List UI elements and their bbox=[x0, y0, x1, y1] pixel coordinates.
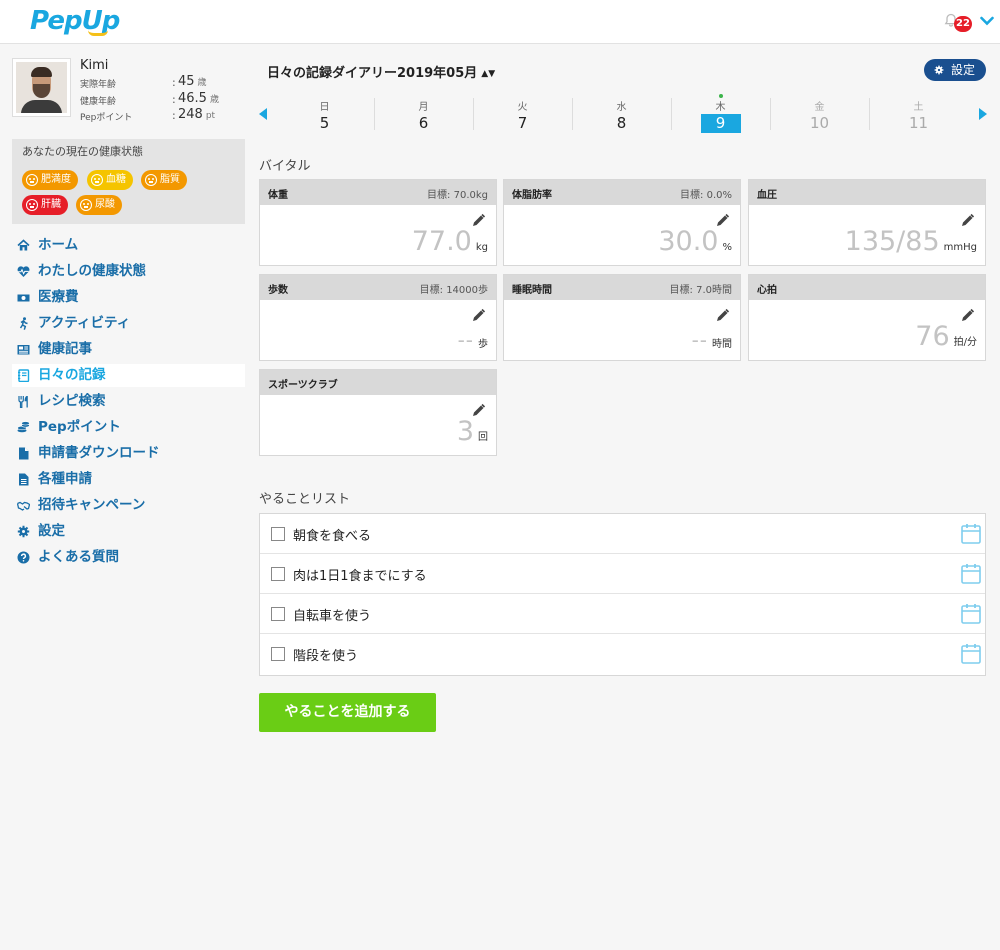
add-todo-button[interactable]: やることを追加する bbox=[259, 693, 436, 732]
running-icon bbox=[19, 317, 28, 330]
face-icon bbox=[26, 174, 38, 186]
todo-list: 朝食を食べる 肉は1日1食までにする 自転車を使う 階段を使う bbox=[259, 513, 986, 676]
health-chip-uric-acid[interactable]: 尿酸 bbox=[76, 195, 122, 215]
vital-card-steps[interactable]: 歩数 目標: 14000歩 -- 歩 bbox=[259, 274, 497, 361]
calendar-icon[interactable] bbox=[961, 643, 981, 664]
record-dot bbox=[719, 94, 723, 98]
day-tue[interactable]: 火7 bbox=[473, 95, 572, 133]
logo-smile-mark bbox=[88, 30, 108, 36]
prev-week-arrow[interactable] bbox=[259, 108, 267, 120]
profile-colon: : bbox=[172, 93, 176, 106]
gear-icon bbox=[17, 525, 30, 538]
nav-item-activity[interactable]: アクティビティ bbox=[12, 312, 245, 335]
profile-value-pep-points: 248 pt bbox=[178, 107, 216, 122]
utensils-icon bbox=[18, 396, 28, 408]
file-icon bbox=[19, 447, 29, 460]
nav-item-my-health[interactable]: わたしの健康状態 bbox=[12, 260, 245, 283]
todo-item-label: 肉は1日1食までにする bbox=[293, 569, 427, 584]
day-fri[interactable]: 金 10 bbox=[770, 95, 869, 133]
health-status-panel: あなたの現在の健康状態 肥満度 血糖 脂質 肝臓 尿酸 bbox=[12, 139, 245, 224]
nav-item-invite-campaign[interactable]: 招待キャンペーン bbox=[12, 494, 245, 517]
vital-card-heart-rate[interactable]: 心拍 76 拍/分 bbox=[748, 274, 986, 361]
profile-colon: : bbox=[172, 109, 176, 122]
face-icon bbox=[91, 174, 103, 186]
nav-item-faq[interactable]: よくある質問 bbox=[12, 546, 245, 569]
document-icon bbox=[19, 473, 29, 486]
vital-card-sports-club[interactable]: スポーツクラブ 3回 bbox=[259, 369, 497, 456]
avatar-photo bbox=[16, 62, 67, 113]
pencil-icon[interactable] bbox=[715, 308, 730, 323]
day-wed[interactable]: 水8 bbox=[572, 95, 671, 133]
nav-item-applications[interactable]: 各種申請 bbox=[12, 468, 245, 491]
face-icon bbox=[80, 199, 92, 211]
diary-month-selector[interactable]: 日々の記録ダイアリー2019年05月 ▲▼ bbox=[267, 62, 495, 81]
coins-icon bbox=[17, 421, 30, 433]
chevron-down-icon[interactable] bbox=[980, 16, 994, 26]
health-status-title: あなたの現在の健康状態 bbox=[22, 145, 143, 158]
vital-card-weight[interactable]: 体重 目標: 70.0kg 77.0 kg bbox=[259, 179, 497, 266]
face-icon bbox=[145, 174, 157, 186]
money-icon bbox=[17, 294, 30, 302]
handshake-icon bbox=[17, 501, 30, 511]
health-chip-blood-sugar[interactable]: 血糖 bbox=[87, 170, 133, 190]
todo-checkbox[interactable] bbox=[271, 647, 285, 661]
health-chip-lipid[interactable]: 脂質 bbox=[141, 170, 187, 190]
day-sun[interactable]: 日5 bbox=[275, 95, 374, 133]
nav-item-medical-costs[interactable]: 医療費 bbox=[12, 286, 245, 309]
calendar-icon[interactable] bbox=[961, 523, 981, 544]
top-bar: PepUp 22 bbox=[0, 0, 1000, 44]
heartbeat-icon bbox=[17, 266, 30, 277]
nav-item-pep-points[interactable]: Pepポイント bbox=[12, 416, 245, 439]
todo-item-label: 朝食を食べる bbox=[293, 529, 372, 544]
profile-name: Kimi bbox=[80, 58, 109, 73]
todo-item: 階段を使う bbox=[260, 634, 985, 674]
todo-checkbox[interactable] bbox=[271, 527, 285, 541]
nav-item-health-articles[interactable]: 健康記事 bbox=[12, 338, 245, 361]
sort-arrows-icon: ▲▼ bbox=[481, 69, 496, 79]
vital-card-body-fat[interactable]: 体脂肪率 目標: 0.0% 30.0% bbox=[503, 179, 741, 266]
next-week-arrow[interactable] bbox=[979, 108, 987, 120]
profile-label-actual-age: 実際年齢 bbox=[80, 80, 117, 90]
question-icon bbox=[17, 551, 30, 564]
todo-checkbox[interactable] bbox=[271, 567, 285, 581]
health-chip-liver[interactable]: 肝臓 bbox=[22, 195, 68, 215]
nav-item-daily-records[interactable]: 日々の記録 bbox=[12, 364, 245, 387]
todo-section-title: やることリスト bbox=[259, 492, 351, 507]
day-sat[interactable]: 土 11 bbox=[869, 95, 968, 133]
todo-item: 自転車を使う bbox=[260, 594, 985, 634]
calendar-icon[interactable] bbox=[961, 563, 981, 584]
notebook-icon bbox=[18, 369, 30, 382]
todo-item: 肉は1日1食までにする bbox=[260, 554, 985, 594]
avatar[interactable] bbox=[12, 58, 71, 117]
todo-item: 朝食を食べる bbox=[260, 514, 985, 554]
gear-icon bbox=[934, 65, 944, 75]
todo-item-label: 自転車を使う bbox=[293, 609, 372, 624]
todo-checkbox[interactable] bbox=[271, 607, 285, 621]
profile-label-pep-points: Pepポイント bbox=[80, 113, 133, 123]
diary-settings-button[interactable]: 設定 bbox=[924, 59, 986, 81]
calendar-icon[interactable] bbox=[961, 603, 981, 624]
newspaper-icon bbox=[17, 345, 30, 355]
day-thu[interactable]: 木9 bbox=[671, 94, 770, 133]
sad-face-icon bbox=[26, 199, 38, 211]
notification-badge[interactable]: 22 bbox=[954, 16, 972, 32]
health-chip-obesity[interactable]: 肥満度 bbox=[22, 170, 78, 190]
vital-card-blood-pressure[interactable]: 血圧 135/85 mmHg bbox=[748, 179, 986, 266]
home-icon bbox=[17, 239, 30, 251]
todo-item-label: 階段を使う bbox=[293, 649, 359, 664]
pencil-icon[interactable] bbox=[471, 308, 486, 323]
nav-item-recipe-search[interactable]: レシピ検索 bbox=[12, 390, 245, 413]
profile-value-health-age: 46.5 歳 bbox=[178, 91, 219, 106]
profile-colon: : bbox=[172, 76, 176, 89]
nav-item-form-download[interactable]: 申請書ダウンロード bbox=[12, 442, 245, 465]
profile-label-health-age: 健康年齢 bbox=[80, 97, 117, 107]
profile-value-actual-age: 45 歳 bbox=[178, 74, 207, 89]
nav-item-home[interactable]: ホーム bbox=[12, 234, 245, 257]
day-mon[interactable]: 月6 bbox=[374, 95, 473, 133]
nav-item-settings[interactable]: 設定 bbox=[12, 520, 245, 543]
vital-card-sleep[interactable]: 睡眠時間 目標: 7.0時間 -- 時間 bbox=[503, 274, 741, 361]
vitals-section-title: バイタル bbox=[259, 159, 311, 174]
